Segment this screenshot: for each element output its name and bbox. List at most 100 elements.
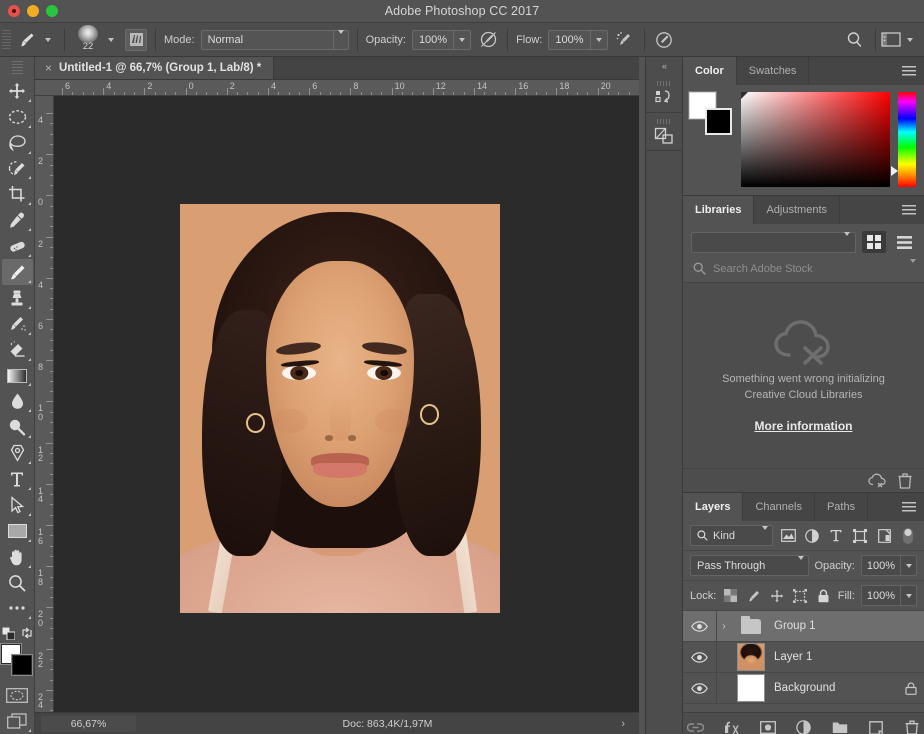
tab-layers[interactable]: Layers (683, 493, 743, 521)
layer-visibility-toggle[interactable] (683, 652, 716, 663)
history-brush-tool[interactable] (2, 311, 33, 337)
layer-row-image[interactable]: Layer 1 (683, 642, 924, 673)
lasso-tool[interactable] (2, 130, 33, 156)
screen-mode-icon[interactable] (2, 708, 33, 734)
edit-toolbar-tool[interactable] (2, 595, 33, 621)
options-bar-grip[interactable] (2, 30, 11, 50)
marquee-tool[interactable] (2, 104, 33, 130)
chevron-right-icon[interactable]: › (621, 718, 625, 730)
hue-slider[interactable] (898, 92, 916, 187)
quick-mask-icon[interactable] (2, 682, 33, 708)
delete-icon[interactable] (898, 473, 912, 489)
lock-image-icon[interactable] (745, 586, 762, 606)
tab-libraries[interactable]: Libraries (683, 196, 754, 224)
clone-stamp-tool[interactable] (2, 285, 33, 311)
search-input[interactable]: Search Adobe Stock (713, 263, 903, 275)
layer-visibility-toggle[interactable] (683, 621, 716, 632)
fill-input[interactable]: 100% (861, 585, 917, 606)
default-colors-icon[interactable] (2, 627, 15, 640)
chevron-right-icon[interactable]: › (717, 621, 731, 632)
layer-comps-panel-icon[interactable] (646, 113, 682, 151)
chevron-down-icon[interactable] (454, 38, 470, 42)
document-info[interactable]: Doc: 863,4K/1,97M › (136, 718, 639, 730)
close-icon[interactable]: × (45, 61, 52, 75)
brush-tool[interactable] (2, 259, 33, 285)
layer-thumbnail[interactable] (737, 643, 765, 671)
list-view-icon[interactable] (892, 231, 916, 253)
layer-visibility-toggle[interactable] (683, 683, 716, 694)
panel-menu-icon[interactable] (902, 205, 916, 215)
expand-panels-button[interactable]: « (646, 57, 682, 75)
layer-style-icon[interactable] (723, 719, 741, 734)
layer-thumbnail[interactable] (737, 674, 765, 702)
brush-tool-preset-caret[interactable] (40, 29, 56, 51)
adjustment-layer-icon[interactable] (795, 719, 813, 734)
canvas-area[interactable] (54, 96, 639, 712)
zoom-tool[interactable] (2, 570, 33, 596)
lock-artboard-icon[interactable] (792, 586, 809, 606)
eyedropper-tool[interactable] (2, 207, 33, 233)
swap-colors-icon[interactable] (21, 627, 33, 639)
brush-icon[interactable] (14, 28, 40, 52)
workspace-icon[interactable] (880, 29, 902, 51)
quick-selection-tool[interactable] (2, 156, 33, 182)
panel-menu-icon[interactable] (902, 66, 916, 76)
filter-pixel-icon[interactable] (779, 526, 797, 546)
history-panel-icon[interactable] (646, 75, 682, 113)
color-picker-field[interactable] (741, 92, 890, 187)
eraser-tool[interactable] (2, 337, 33, 363)
library-select[interactable] (691, 232, 856, 253)
layer-opacity-input[interactable]: 100% (861, 555, 917, 576)
lock-position-icon[interactable] (768, 586, 785, 606)
tab-adjustments[interactable]: Adjustments (754, 196, 840, 224)
chevron-down-icon[interactable] (910, 263, 916, 275)
tab-paths[interactable]: Paths (815, 493, 868, 521)
tab-channels[interactable]: Channels (743, 493, 814, 521)
document-tab[interactable]: × Untitled-1 @ 66,7% (Group 1, Lab/8) * (35, 57, 274, 79)
path-selection-tool[interactable] (2, 492, 33, 518)
gradient-tool[interactable] (2, 363, 33, 389)
sync-error-icon[interactable] (868, 473, 886, 488)
filter-shape-icon[interactable] (851, 526, 869, 546)
zoom-level[interactable]: 66,67% (41, 716, 136, 732)
lock-all-icon[interactable] (815, 586, 832, 606)
tab-swatches[interactable]: Swatches (737, 57, 810, 85)
crop-tool[interactable] (2, 181, 33, 207)
layer-row-group[interactable]: › Group 1 (683, 611, 924, 642)
pen-tool[interactable] (2, 440, 33, 466)
new-layer-icon[interactable] (867, 719, 885, 734)
brush-settings-icon[interactable] (125, 29, 147, 51)
type-tool[interactable] (2, 466, 33, 492)
brush-preset-caret[interactable] (103, 29, 119, 51)
tab-color[interactable]: Color (683, 57, 737, 85)
hand-tool[interactable] (2, 544, 33, 570)
delete-layer-icon[interactable] (903, 719, 921, 734)
more-information-link[interactable]: More information (755, 419, 853, 433)
link-layers-icon[interactable] (687, 719, 705, 734)
blend-mode-select[interactable]: Normal (201, 30, 349, 50)
stock-search-row[interactable]: Search Adobe Stock (683, 258, 924, 283)
layer-blend-mode-select[interactable]: Pass Through (690, 555, 809, 576)
smoothing-icon[interactable] (653, 29, 675, 51)
vertical-ruler[interactable]: 42024681 01 21 41 61 82 02 22 42 6 (35, 96, 54, 712)
airbrush-icon[interactable] (614, 29, 636, 51)
move-tool[interactable] (2, 78, 33, 104)
opacity-pressure-icon[interactable] (477, 29, 499, 51)
rectangle-tool[interactable] (2, 518, 33, 544)
tools-panel-grip[interactable] (12, 61, 23, 75)
panel-menu-icon[interactable] (902, 502, 916, 512)
healing-brush-tool[interactable] (2, 233, 33, 259)
opacity-input[interactable]: 100% (412, 30, 471, 50)
dodge-tool[interactable] (2, 414, 33, 440)
lock-transparent-icon[interactable] (722, 586, 739, 606)
background-color-swatch[interactable] (705, 108, 732, 135)
search-icon[interactable] (843, 29, 865, 51)
filter-smart-object-icon[interactable] (875, 526, 893, 546)
document-canvas[interactable] (180, 204, 500, 613)
chevron-down-icon[interactable] (591, 38, 607, 42)
flow-input[interactable]: 100% (548, 30, 607, 50)
chevron-down-icon[interactable] (901, 594, 916, 598)
layer-mask-icon[interactable] (759, 719, 777, 734)
filter-type-icon[interactable] (827, 526, 845, 546)
layer-row-background[interactable]: Background (683, 673, 924, 704)
